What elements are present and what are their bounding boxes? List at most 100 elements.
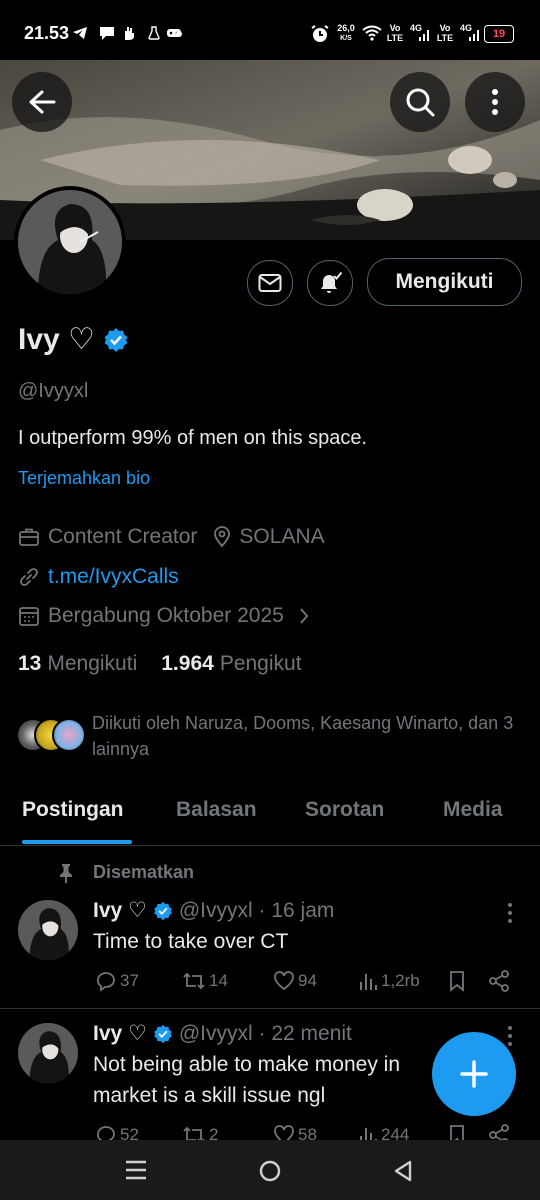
post-1-more-icon[interactable] bbox=[506, 902, 514, 924]
compose-post-button[interactable] bbox=[432, 1032, 516, 1116]
followed-by-avatars[interactable] bbox=[16, 716, 86, 756]
follower-avatar-3 bbox=[52, 718, 86, 752]
flask-icon bbox=[148, 26, 160, 40]
post-2-header: Ivy ♡ @Ivyyxl · 22 menit bbox=[93, 1021, 352, 1046]
profile-handle: @Ivyyxl bbox=[18, 380, 89, 402]
home-icon[interactable] bbox=[258, 1159, 282, 1183]
views-chart-icon bbox=[360, 974, 377, 990]
verified-badge-icon bbox=[104, 327, 128, 352]
heart-icon bbox=[274, 971, 294, 991]
pin-icon bbox=[60, 864, 72, 883]
more-vertical-icon bbox=[492, 89, 498, 115]
sim1-volte-top: Vo bbox=[389, 23, 401, 33]
back-nav-icon[interactable] bbox=[392, 1159, 414, 1183]
signal-1-icon bbox=[419, 30, 429, 41]
post-1-repost[interactable]: 14 bbox=[182, 970, 228, 992]
following-button-label: Mengikuti bbox=[395, 270, 494, 293]
post-1-reply[interactable]: 37 bbox=[95, 970, 139, 992]
profile-bio: I outperform 99% of men on this space. bbox=[18, 427, 368, 449]
profile-name-row: Ivy ♡ bbox=[18, 322, 129, 357]
chevron-right-icon bbox=[300, 608, 309, 624]
post-1-header: Ivy ♡ @Ivyyxl · 16 jam bbox=[93, 898, 334, 923]
plus-icon bbox=[460, 1060, 488, 1088]
reply-icon bbox=[97, 972, 115, 992]
wifi-icon bbox=[362, 25, 382, 41]
search-icon bbox=[406, 88, 435, 117]
post-divider bbox=[0, 1008, 540, 1009]
following-button[interactable]: Mengikuti bbox=[367, 258, 522, 306]
tab-highlights[interactable]: Sorotan bbox=[305, 798, 384, 822]
post-2-more-icon[interactable] bbox=[506, 1025, 514, 1047]
active-tab-indicator bbox=[22, 840, 132, 844]
system-nav-bar bbox=[0, 1140, 540, 1200]
post-2-text-line2: market is a skill issue ngl bbox=[93, 1084, 326, 1107]
followers-label[interactable]: Pengikut bbox=[220, 652, 302, 676]
signal-2-icon bbox=[469, 30, 479, 41]
message-button[interactable] bbox=[247, 260, 293, 306]
post-1-meta: @Ivyyxl · 16 jam bbox=[178, 898, 335, 922]
notification-dot bbox=[176, 31, 182, 37]
post-1-repost-count: 14 bbox=[209, 971, 228, 990]
post-1-view-count: 1,2rb bbox=[381, 971, 420, 990]
verified-badge-icon bbox=[154, 901, 172, 920]
post-2-avatar[interactable] bbox=[18, 1023, 78, 1083]
post-1-author[interactable]: Ivy ♡ bbox=[93, 898, 147, 923]
search-button[interactable] bbox=[390, 72, 450, 132]
tab-posts[interactable]: Postingan bbox=[22, 798, 124, 822]
post-2-meta: @Ivyyxl · 22 menit bbox=[178, 1021, 352, 1045]
post-2-text-line1: Not being able to make money in bbox=[93, 1053, 401, 1076]
location-pin-icon bbox=[214, 526, 231, 548]
net-speed-value: 26,0 bbox=[337, 23, 355, 33]
bell-check-icon bbox=[321, 271, 343, 293]
chat-bubble-icon bbox=[100, 27, 114, 40]
recent-apps-icon[interactable] bbox=[124, 1160, 148, 1180]
sim1-volte-bottom: LTE bbox=[386, 33, 404, 43]
notifications-button[interactable] bbox=[307, 260, 353, 306]
post-1-reply-count: 37 bbox=[120, 971, 139, 990]
profile-joined: Bergabung Oktober 2025 bbox=[48, 604, 284, 627]
followed-by-text[interactable]: Diikuti oleh Naruza, Dooms, Kaesang Wina… bbox=[92, 710, 522, 762]
following-label[interactable]: Mengikuti bbox=[47, 652, 137, 676]
briefcase-icon bbox=[19, 528, 39, 546]
profile-location: SOLANA bbox=[239, 525, 325, 548]
sim2-volte-bottom: LTE bbox=[436, 33, 454, 43]
share-icon[interactable] bbox=[488, 970, 510, 992]
battery-level: 19 bbox=[492, 28, 506, 40]
following-count[interactable]: 13 bbox=[18, 652, 41, 676]
repost-icon bbox=[183, 972, 205, 990]
status-time: 21.53 bbox=[24, 23, 70, 43]
tab-replies[interactable]: Balasan bbox=[176, 798, 257, 822]
profile-name: Ivy ♡ bbox=[18, 323, 95, 356]
battery-icon: 19 bbox=[484, 25, 514, 43]
arrow-left-icon bbox=[29, 90, 56, 114]
follow-stats-row: 13 Mengikuti 1.964 Pengikut bbox=[18, 652, 302, 676]
status-bar: 21.53 26,0 K/S Vo LTE 4G Vo LTE 4G 19 bbox=[0, 0, 540, 60]
profile-avatar[interactable] bbox=[14, 186, 126, 298]
hand-icon bbox=[125, 27, 134, 40]
translate-bio-link[interactable]: Terjemahkan bio bbox=[18, 468, 150, 489]
pinned-label: Disematkan bbox=[93, 862, 195, 882]
post-2-author[interactable]: Ivy ♡ bbox=[93, 1021, 147, 1046]
profile-joined-row[interactable]: Bergabung Oktober 2025 bbox=[18, 604, 310, 628]
verified-badge-icon bbox=[154, 1024, 172, 1043]
profile-category: Content Creator bbox=[48, 525, 198, 548]
mail-icon bbox=[258, 274, 282, 292]
tabs-divider bbox=[0, 845, 540, 846]
back-button[interactable] bbox=[12, 72, 72, 132]
more-options-button[interactable] bbox=[465, 72, 525, 132]
post-1-avatar[interactable] bbox=[18, 900, 78, 960]
post-1-text: Time to take over CT bbox=[93, 930, 289, 953]
tab-media[interactable]: Media bbox=[443, 798, 503, 822]
profile-link-row: t.me/IvyxCalls bbox=[18, 565, 179, 589]
bookmark-icon[interactable] bbox=[448, 970, 466, 992]
followers-count[interactable]: 1.964 bbox=[161, 652, 214, 676]
post-1-like-count: 94 bbox=[298, 971, 317, 990]
profile-meta-row: Content Creator SOLANA bbox=[18, 525, 325, 549]
sim2-volte-top: Vo bbox=[439, 23, 451, 33]
post-1-views[interactable]: 1,2rb bbox=[358, 970, 420, 992]
profile-website-link[interactable]: t.me/IvyxCalls bbox=[48, 565, 179, 589]
link-icon bbox=[20, 568, 38, 586]
post-1-like[interactable]: 94 bbox=[273, 970, 317, 992]
alarm-icon bbox=[311, 25, 329, 42]
net-speed-unit: K/S bbox=[340, 35, 352, 42]
